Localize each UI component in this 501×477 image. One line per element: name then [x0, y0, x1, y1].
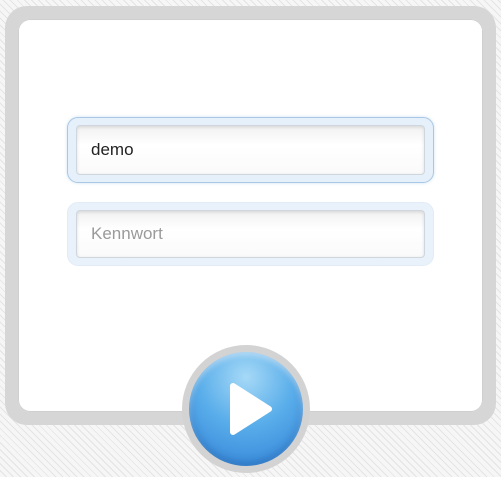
username-input[interactable] [76, 125, 425, 175]
play-button-face[interactable] [189, 352, 303, 466]
password-field-wrapper [67, 202, 434, 266]
username-field-wrapper [67, 117, 434, 183]
play-icon [230, 383, 272, 435]
play-button[interactable] [182, 345, 310, 473]
password-input[interactable] [76, 210, 425, 258]
